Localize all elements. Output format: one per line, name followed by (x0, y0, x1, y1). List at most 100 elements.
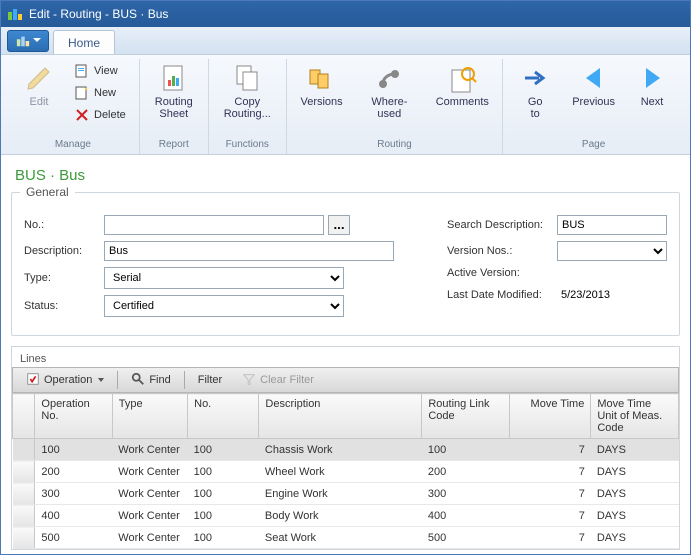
edit-button[interactable]: Edit (15, 59, 63, 111)
label-search-desc: Search Description: (447, 219, 557, 231)
where-used-button[interactable]: Where-used (354, 59, 424, 123)
table-row[interactable]: 400Work Center100Body Work4007DAYS (13, 505, 679, 527)
cell-type[interactable]: Work Center (112, 461, 187, 483)
cell-rlc[interactable]: 200 (422, 461, 510, 483)
row-header[interactable] (13, 527, 35, 549)
cell-desc[interactable]: Wheel Work (259, 461, 422, 483)
cell-mu[interactable]: DAYS (591, 527, 679, 549)
type-select[interactable]: Serial (104, 267, 344, 289)
group-label-page: Page (582, 137, 605, 154)
grid-header-row: Operation No. Type No. Description Routi… (13, 394, 679, 439)
new-label: New (94, 87, 116, 99)
tab-home[interactable]: Home (53, 30, 115, 54)
table-row[interactable]: 200Work Center100Wheel Work2007DAYS (13, 461, 679, 483)
cell-mt[interactable]: 7 (509, 505, 590, 527)
separator (184, 371, 185, 389)
app-menu-button[interactable] (7, 30, 49, 52)
cell-mu[interactable]: DAYS (591, 461, 679, 483)
row-header[interactable] (13, 439, 35, 461)
version-nos-select[interactable] (557, 241, 667, 261)
lines-section: Operation Find Filter Clear Filter Opera… (11, 367, 680, 550)
routing-sheet-button[interactable]: Routing Sheet (148, 59, 200, 123)
previous-button[interactable]: Previous (565, 59, 622, 111)
cell-rlc[interactable]: 400 (422, 505, 510, 527)
cell-no[interactable]: 100 (188, 483, 259, 505)
cell-desc[interactable]: Chassis Work (259, 439, 422, 461)
cell-mu[interactable]: DAYS (591, 483, 679, 505)
last-modified-field (557, 285, 667, 305)
row-header[interactable] (13, 483, 35, 505)
cell-rlc[interactable]: 500 (422, 527, 510, 549)
cell-type[interactable]: Work Center (112, 483, 187, 505)
cell-no[interactable]: 100 (188, 527, 259, 549)
cell-op[interactable]: 400 (35, 505, 112, 527)
goto-button[interactable]: Go to (511, 59, 559, 123)
new-button[interactable]: New (69, 83, 131, 103)
next-button[interactable]: Next (628, 59, 676, 111)
cell-type[interactable]: Work Center (112, 527, 187, 549)
cell-mu[interactable]: DAYS (591, 439, 679, 461)
lines-toolbar: Operation Find Filter Clear Filter (12, 367, 679, 393)
table-row[interactable]: 300Work Center100Engine Work3007DAYS (13, 483, 679, 505)
versions-icon (306, 62, 338, 94)
clear-filter-button[interactable]: Clear Filter (233, 369, 323, 392)
table-row[interactable]: 500Work Center100Seat Work5007DAYS (13, 527, 679, 549)
clear-filter-label: Clear Filter (260, 374, 314, 386)
description-field[interactable] (104, 241, 394, 261)
cell-no[interactable]: 100 (188, 461, 259, 483)
cell-op[interactable]: 200 (35, 461, 112, 483)
no-lookup-button[interactable]: ... (328, 215, 350, 235)
cell-type[interactable]: Work Center (112, 505, 187, 527)
lines-grid[interactable]: Operation No. Type No. Description Routi… (12, 393, 679, 549)
cell-no[interactable]: 100 (188, 505, 259, 527)
col-type[interactable]: Type (112, 394, 187, 439)
col-move-time-uom[interactable]: Move Time Unit of Meas. Code (591, 394, 679, 439)
operation-menu-button[interactable]: Operation (17, 369, 113, 392)
cell-desc[interactable]: Seat Work (259, 527, 422, 549)
col-operation-no[interactable]: Operation No. (35, 394, 112, 439)
copy-routing-button[interactable]: Copy Routing... (217, 59, 278, 123)
arrow-right-icon (519, 62, 551, 94)
row-header[interactable] (13, 505, 35, 527)
cell-mt[interactable]: 7 (509, 439, 590, 461)
cell-mt[interactable]: 7 (509, 461, 590, 483)
cell-rlc[interactable]: 100 (422, 439, 510, 461)
app-icon (7, 6, 23, 22)
row-header-col[interactable] (13, 394, 35, 439)
find-button[interactable]: Find (122, 369, 179, 392)
ribbon-group-routing: Versions Where-used Comments Routing (287, 59, 503, 154)
where-used-icon (373, 62, 405, 94)
filter-button[interactable]: Filter (189, 371, 231, 389)
cell-mt[interactable]: 7 (509, 527, 590, 549)
col-move-time[interactable]: Move Time (509, 394, 590, 439)
delete-button[interactable]: Delete (69, 105, 131, 125)
filter-label: Filter (198, 374, 222, 386)
status-select[interactable]: Certified (104, 295, 344, 317)
triangle-left-icon (578, 62, 610, 94)
col-description[interactable]: Description (259, 394, 422, 439)
cell-type[interactable]: Work Center (112, 439, 187, 461)
ribbon-group-page: Go to Previous Next Page (503, 59, 684, 154)
comments-label: Comments (436, 96, 489, 108)
col-no[interactable]: No. (188, 394, 259, 439)
cell-mu[interactable]: DAYS (591, 505, 679, 527)
cell-op[interactable]: 300 (35, 483, 112, 505)
cell-rlc[interactable]: 300 (422, 483, 510, 505)
no-field[interactable] (104, 215, 324, 235)
search-description-field[interactable] (557, 215, 667, 235)
cell-desc[interactable]: Engine Work (259, 483, 422, 505)
col-routing-link[interactable]: Routing Link Code (422, 394, 510, 439)
cell-no[interactable]: 100 (188, 439, 259, 461)
cell-desc[interactable]: Body Work (259, 505, 422, 527)
cell-op[interactable]: 500 (35, 527, 112, 549)
general-legend: General (20, 185, 75, 199)
row-header[interactable] (13, 461, 35, 483)
group-label-routing: Routing (377, 137, 411, 154)
versions-button[interactable]: Versions (295, 59, 349, 111)
comments-button[interactable]: Comments (430, 59, 494, 111)
table-row[interactable]: 100Work Center100Chassis Work1007DAYS (13, 439, 679, 461)
view-button[interactable]: View (69, 61, 131, 81)
cell-mt[interactable]: 7 (509, 483, 590, 505)
versions-label: Versions (300, 96, 342, 108)
cell-op[interactable]: 100 (35, 439, 112, 461)
